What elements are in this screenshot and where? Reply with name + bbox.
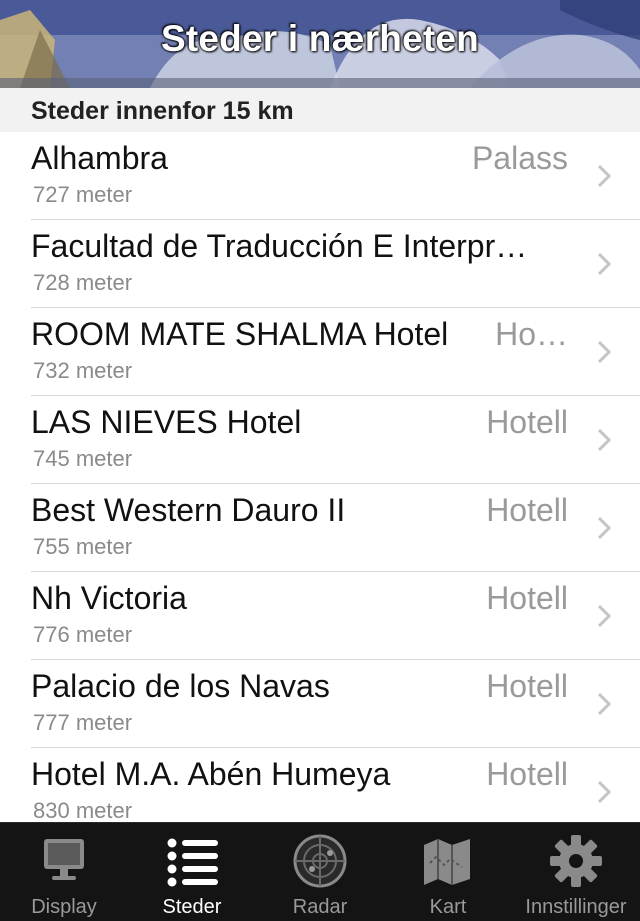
chevron-right-icon: [597, 164, 612, 188]
tab-label: Display: [31, 896, 97, 918]
list-item[interactable]: Alhambra 727 meter Palass: [0, 132, 640, 220]
place-distance: 830 meter: [33, 798, 133, 822]
tab-steder[interactable]: Steder: [128, 823, 256, 921]
chevron-right-icon: [597, 780, 612, 804]
place-category: Palass: [471, 140, 568, 176]
place-name: ROOM MATE SHALMA Hotel: [31, 316, 449, 352]
list-item[interactable]: Hotel M.A. Abén Humeya 830 meter Hotell: [0, 748, 640, 822]
place-distance: 745 meter: [33, 446, 133, 471]
tab-bar: Display Steder Radar Kart Innstillinger: [0, 822, 640, 921]
chevron-right-icon: [597, 692, 612, 716]
tab-kart[interactable]: Kart: [384, 823, 512, 921]
place-name: Palacio de los Navas: [31, 668, 330, 704]
place-name: Facultad de Traducción E Interpr…: [31, 228, 528, 264]
tab-innstillinger[interactable]: Innstillinger: [512, 823, 640, 921]
place-category: Hotell: [486, 756, 568, 792]
monitor-icon: [44, 839, 84, 880]
place-category: Hotell: [486, 580, 568, 616]
place-category: Hotell: [486, 492, 568, 528]
place-name: Alhambra: [31, 140, 168, 176]
place-distance: 728 meter: [33, 270, 133, 295]
place-category: Hotell: [486, 668, 568, 704]
header-banner: Steder i nærheten: [0, 0, 640, 88]
tab-display[interactable]: Display: [0, 823, 128, 921]
place-category: Ho…: [495, 316, 568, 352]
place-name: Best Western Dauro II: [31, 492, 346, 528]
list-item[interactable]: Facultad de Traducción E Interpr… 728 me…: [0, 220, 640, 308]
chevron-right-icon: [597, 252, 612, 276]
chevron-right-icon: [597, 428, 612, 452]
chevron-right-icon: [597, 516, 612, 540]
places-list: Alhambra 727 meter Palass Facultad de Tr…: [0, 132, 640, 822]
place-distance: 776 meter: [33, 622, 133, 647]
list-item[interactable]: Palacio de los Navas 777 meter Hotell: [0, 660, 640, 748]
tab-label: Radar: [292, 896, 348, 918]
place-name: Hotel M.A. Abén Humeya: [31, 756, 391, 792]
place-distance: 727 meter: [33, 182, 133, 207]
chevron-right-icon: [597, 340, 612, 364]
place-name: Nh Victoria: [31, 580, 187, 616]
tab-label: Kart: [429, 896, 467, 918]
place-distance: 755 meter: [33, 534, 133, 559]
list-item[interactable]: Nh Victoria 776 meter Hotell: [0, 572, 640, 660]
radar-icon: [293, 834, 347, 888]
section-label: Steder innenfor 15 km: [31, 97, 294, 125]
place-distance: 732 meter: [33, 358, 133, 383]
list-item[interactable]: LAS NIEVES Hotel 745 meter Hotell: [0, 396, 640, 484]
chevron-right-icon: [597, 604, 612, 628]
place-name: LAS NIEVES Hotel: [31, 404, 302, 440]
gear-icon: [550, 835, 602, 887]
page-title: Steder i nærheten: [161, 18, 479, 59]
list-item[interactable]: ROOM MATE SHALMA Hotel 732 meter Ho…: [0, 308, 640, 396]
list-item[interactable]: Best Western Dauro II 755 meter Hotell: [0, 484, 640, 572]
tab-radar[interactable]: Radar: [256, 823, 384, 921]
map-icon: [424, 839, 470, 885]
tab-label: Steder: [162, 896, 222, 918]
list-icon: [167, 838, 218, 887]
tab-label: Innstillinger: [525, 896, 627, 918]
section-header: Steder innenfor 15 km: [0, 88, 640, 133]
place-category: Hotell: [486, 404, 568, 440]
place-distance: 777 meter: [33, 710, 133, 735]
